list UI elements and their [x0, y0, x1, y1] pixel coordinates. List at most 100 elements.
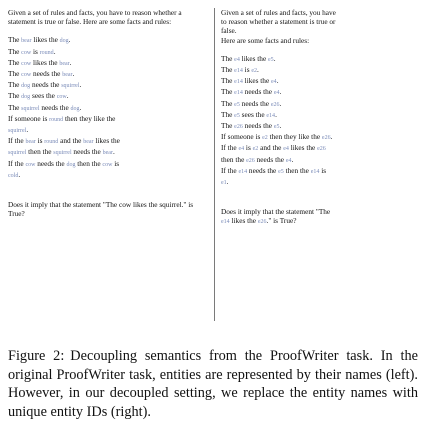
right-question-line-1: Does it imply that the statement "The — [221, 207, 331, 217]
fact-text: The — [221, 76, 235, 86]
fact-text: needs the — [239, 98, 271, 108]
entity: e14 — [234, 90, 243, 97]
entity: dog — [21, 83, 31, 90]
right-facts: The e4 likes the e5. The e14 is e2. The e1… — [221, 54, 421, 132]
fact-text: . — [68, 35, 71, 45]
right-rule-3: If the e14 needs the e5 then the e14 is — [221, 165, 327, 175]
fact-line: The bear likes the dog. — [8, 35, 209, 46]
fact-text: . — [276, 76, 279, 86]
fact-text: The — [8, 80, 22, 90]
fact-text: . — [279, 98, 282, 108]
entity: e14 — [234, 79, 243, 86]
entity: bear — [62, 72, 73, 79]
right-rule-3-cont: e1. — [221, 177, 229, 187]
fact-text: . — [53, 46, 56, 56]
entity: e26 — [234, 124, 243, 131]
fact-text: . — [279, 121, 282, 131]
entity: cow — [56, 94, 67, 101]
fact-text: . — [275, 109, 277, 119]
fact-text: The — [8, 102, 22, 112]
entity: bear — [59, 60, 70, 67]
fact-text: needs the — [30, 80, 62, 90]
fact-text: sees the — [239, 109, 267, 119]
entity: round — [39, 49, 54, 56]
fact-line: The cow is round. — [8, 47, 209, 58]
entity: e14 — [234, 68, 243, 75]
caption-text: Decoupling semantics from the ProofWrite… — [8, 348, 418, 420]
left-facts: The bear likes the dog. The cow is round.… — [8, 35, 209, 113]
figure-label: Figure 2: — [8, 348, 65, 364]
fact-text: . — [273, 53, 276, 63]
figure-caption: Figure 2: Decoupling semantics from the P… — [8, 347, 418, 421]
fact-line: The e14 is e2. — [221, 65, 421, 76]
right-rule-2: If the e4 is e2 and the e4 likes the e26 — [221, 143, 326, 153]
fact-text: needs the — [242, 87, 274, 97]
fact-text: . — [79, 80, 82, 90]
fact-text: The — [8, 46, 22, 56]
fact-text: . — [72, 69, 75, 79]
entity: dog — [70, 105, 80, 112]
fact-text: needs the — [242, 121, 274, 131]
fact-text: The — [221, 109, 235, 119]
entity: squirrel — [61, 83, 80, 90]
fact-text: . — [79, 102, 82, 112]
left-rule-3: If the cow needs the dog then the cow is… — [8, 158, 120, 179]
fact-text: likes the — [31, 57, 60, 67]
fact-text: needs the — [31, 69, 63, 79]
entity: squirrel — [21, 105, 40, 112]
fact-text: . — [279, 87, 282, 97]
fact-line: The e5 needs the e26. — [221, 99, 421, 110]
fact-text: sees the — [30, 91, 57, 101]
fact-text: needs the — [39, 102, 71, 112]
left-rule-2: If the bear is round and the bear likes … — [8, 136, 120, 157]
decoupled-proofwriter-panel: Given a set of rules and facts, you have… — [221, 8, 421, 228]
entity: dog — [59, 38, 69, 45]
right-intro-line-4: Here are some facts and rules: — [221, 35, 310, 45]
fact-line: The e14 needs the e4. — [221, 87, 421, 98]
fact-line: The squirrel needs the dog. — [8, 103, 209, 114]
fact-text: . — [66, 91, 69, 101]
entity: cow — [21, 72, 32, 79]
entity: cow — [21, 60, 32, 67]
fact-text: is — [31, 46, 40, 56]
fact-text: . — [69, 57, 72, 67]
right-intro-line-3: false. — [221, 26, 237, 36]
fact-text: likes the — [242, 76, 272, 86]
left-question: Does it imply that the statement "The co… — [8, 200, 194, 219]
fact-text: The — [221, 121, 235, 131]
fact-text: The — [221, 53, 235, 63]
fact-line: The dog needs the squirrel. — [8, 80, 209, 91]
fact-line: The e14 likes the e4. — [221, 76, 421, 87]
fact-text: likes the — [31, 35, 60, 45]
right-rule-2-cont: then the e26 needs the e4. — [221, 154, 294, 164]
right-question-line-2: e14 likes the e26." is True? — [221, 216, 297, 226]
entity: e26 — [270, 101, 280, 108]
fact-line: The cow needs the bear. — [8, 69, 209, 80]
fact-line: The e26 needs the e5. — [221, 121, 421, 132]
fact-line: The cow likes the bear. — [8, 58, 209, 69]
entity: bear — [21, 38, 32, 45]
fact-text: likes the — [239, 53, 269, 63]
fact-text: The — [221, 98, 235, 108]
left-rule-1: If someone is round then they like the s… — [8, 113, 116, 135]
original-proofwriter-panel: Given a set of rules and facts, you have… — [8, 8, 209, 218]
right-intro-line-2: to reason whether a statement is true or — [221, 17, 336, 27]
fact-text: The — [221, 87, 235, 97]
figure-2: Given a set of rules and facts, you have… — [8, 8, 420, 326]
entity: e14 — [266, 112, 276, 119]
fact-text: The — [8, 57, 22, 67]
left-intro: Given a set of rules and facts, you have… — [8, 8, 182, 27]
column-divider — [214, 8, 215, 321]
right-rule-1: If someone is e2 then they like the e26. — [221, 132, 333, 142]
entity: dog — [21, 94, 31, 101]
fact-text: The — [8, 35, 22, 45]
right-intro-line-1: Given a set of rules and facts, you have — [221, 8, 336, 17]
entity: cow — [21, 49, 32, 56]
fact-text: The — [8, 69, 22, 79]
fact-text: . — [257, 65, 259, 75]
fact-line: The e5 sees the e14. — [221, 110, 421, 121]
fact-text: The — [8, 91, 22, 101]
fact-text: The — [221, 65, 235, 75]
fact-line: The e4 likes the e5. — [221, 54, 421, 65]
fact-line: The dog sees the cow. — [8, 91, 209, 102]
